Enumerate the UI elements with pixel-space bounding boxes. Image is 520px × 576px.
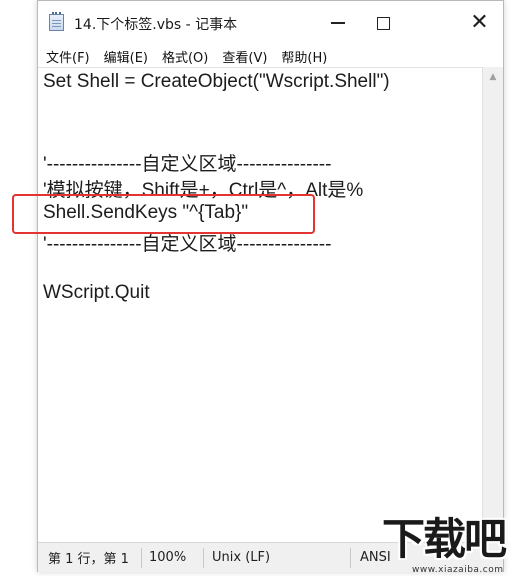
menu-format[interactable]: 格式(O) xyxy=(162,47,208,66)
menu-file[interactable]: 文件(F) xyxy=(46,47,90,66)
menu-edit[interactable]: 编辑(E) xyxy=(104,47,148,66)
minimize-icon xyxy=(330,22,345,24)
close-button[interactable]: ✕ xyxy=(457,1,502,45)
watermark-url: www.xiazaiba.com xyxy=(412,565,504,575)
watermark-logo: 下载吧 xyxy=(382,515,507,565)
editor-line: WScript.Quit xyxy=(43,282,150,303)
status-divider xyxy=(203,548,204,568)
notepad-window: 14.下个标签.vbs - 记事本 ✕ 文件(F) 编辑(E) 格式(O) 查看… xyxy=(37,0,504,572)
menu-view[interactable]: 查看(V) xyxy=(222,47,267,66)
vertical-scrollbar[interactable]: ▲ xyxy=(482,67,503,542)
site-watermark: 下载吧 www.xiazaiba.com xyxy=(382,515,520,576)
editor-line: Set Shell = CreateObject("Wscript.Shell"… xyxy=(43,71,390,92)
close-icon: ✕ xyxy=(470,10,489,35)
title-bar[interactable]: 14.下个标签.vbs - 记事本 ✕ xyxy=(38,1,503,45)
menu-help[interactable]: 帮助(H) xyxy=(281,47,327,66)
status-divider xyxy=(141,548,142,568)
line-ending: Unix (LF) xyxy=(212,550,271,565)
maximize-button[interactable] xyxy=(361,1,406,45)
notepad-icon xyxy=(49,12,64,31)
zoom-level: 100% xyxy=(149,550,187,565)
maximize-icon xyxy=(377,16,390,30)
cursor-position: 第 1 行，第 1 xyxy=(48,552,129,567)
scroll-up-arrow-icon[interactable]: ▲ xyxy=(483,67,503,87)
status-divider xyxy=(350,548,351,568)
window-title: 14.下个标签.vbs - 记事本 xyxy=(74,17,238,33)
editor-line: '---------------自定义区域--------------- xyxy=(43,154,332,175)
text-editor[interactable]: Set Shell = CreateObject("Wscript.Shell"… xyxy=(38,67,482,542)
menu-bar: 文件(F) 编辑(E) 格式(O) 查看(V) 帮助(H) xyxy=(38,45,503,67)
highlight-box xyxy=(12,194,315,234)
minimize-button[interactable] xyxy=(315,1,360,45)
